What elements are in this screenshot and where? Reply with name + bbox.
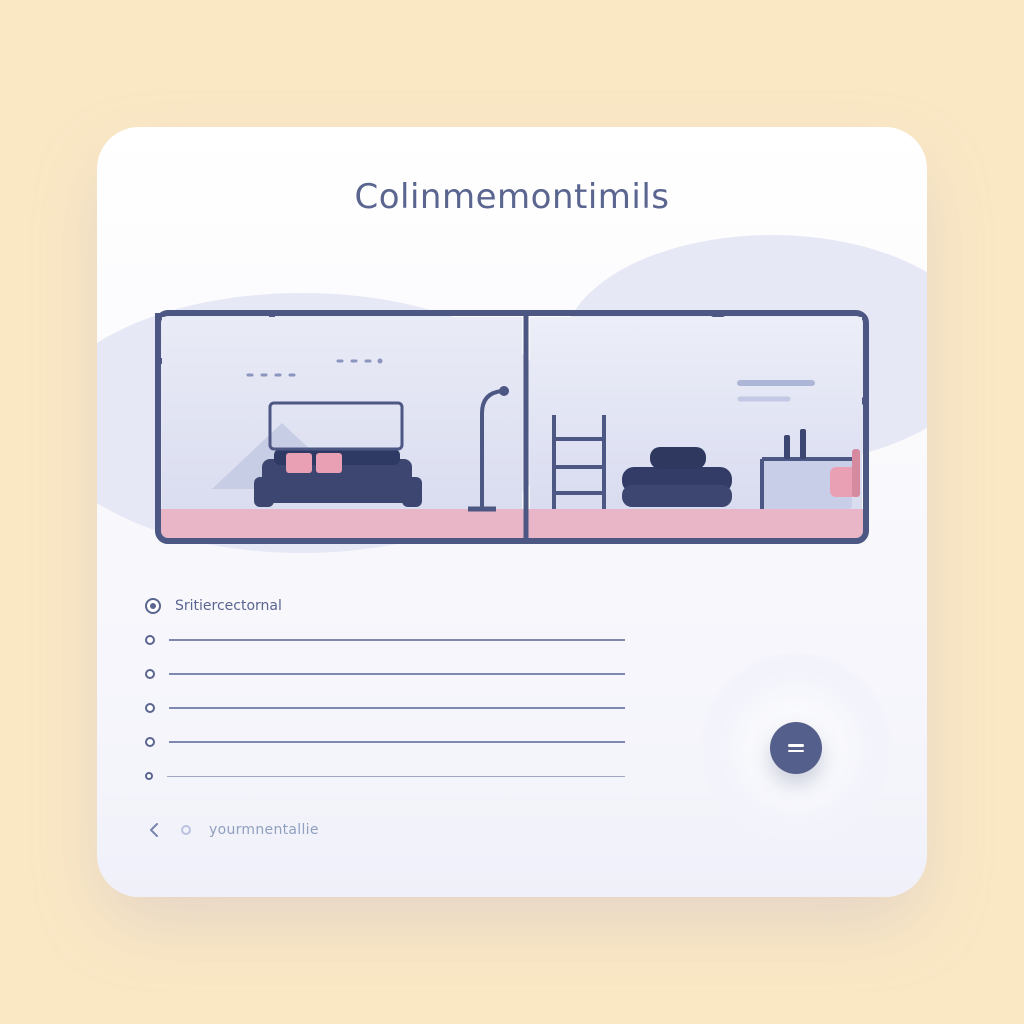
- option-row[interactable]: Sritiercectornal: [145, 589, 625, 623]
- radio-icon: [145, 703, 155, 713]
- equals-icon: [788, 744, 804, 752]
- house-cutaway-icon: [152, 253, 872, 553]
- hero-illustration: [152, 253, 872, 553]
- card: Colinmemontimils: [97, 127, 927, 897]
- radio-icon: [145, 635, 155, 645]
- radio-icon: [145, 737, 155, 747]
- placeholder-line: [169, 707, 625, 709]
- footer-caption: yourmnentallie: [209, 822, 319, 838]
- option-row[interactable]: [145, 759, 625, 793]
- action-button[interactable]: [770, 722, 822, 774]
- radio-icon: [145, 772, 153, 780]
- placeholder-line: [167, 776, 625, 777]
- placeholder-line: [169, 673, 625, 675]
- option-row[interactable]: [145, 623, 625, 657]
- option-row[interactable]: [145, 691, 625, 725]
- placeholder-line: [169, 639, 625, 641]
- options-list: Sritiercectornal: [145, 589, 625, 793]
- placeholder-line: [169, 741, 625, 743]
- footer-nav: yourmnentallie: [145, 821, 879, 839]
- option-row[interactable]: [145, 657, 625, 691]
- option-row[interactable]: [145, 725, 625, 759]
- radio-selected-icon: [145, 598, 161, 614]
- step-indicator-icon: [181, 825, 191, 835]
- chevron-left-icon[interactable]: [145, 821, 163, 839]
- radio-icon: [145, 669, 155, 679]
- option-label: Sritiercectornal: [175, 598, 285, 614]
- fab-halo: [701, 653, 891, 843]
- page-title: Colinmemontimils: [145, 177, 879, 217]
